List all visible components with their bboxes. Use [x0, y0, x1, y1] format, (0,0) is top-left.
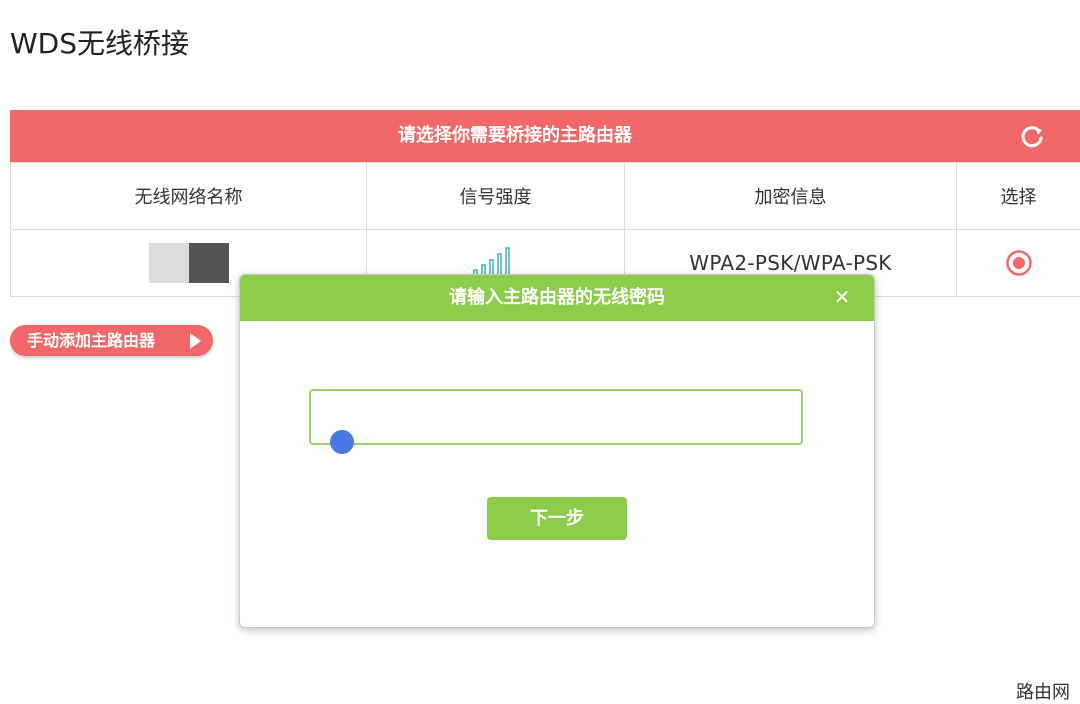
- manual-add-label: 手动添加主路由器: [27, 331, 156, 350]
- radio-selected-icon[interactable]: [1005, 249, 1033, 277]
- select-cell[interactable]: [956, 229, 1080, 297]
- manual-add-router-button[interactable]: 手动添加主路由器: [10, 325, 213, 356]
- column-header-signal: 信号强度: [366, 162, 625, 230]
- password-dialog: 请输入主路由器的无线密码 ✕ 下一步: [239, 274, 875, 628]
- play-arrow-icon: [190, 333, 201, 349]
- column-header-encryption: 加密信息: [624, 162, 957, 230]
- column-header-ssid: 无线网络名称: [10, 162, 367, 230]
- touch-cursor-indicator: [330, 430, 354, 454]
- router-list-header: 请选择你需要桥接的主路由器: [10, 110, 1080, 162]
- dialog-header: 请输入主路由器的无线密码 ✕: [240, 275, 874, 321]
- table-header-row: 无线网络名称 信号强度 加密信息 选择: [10, 162, 1080, 230]
- router-list-title: 请选择你需要桥接的主路由器: [398, 125, 632, 146]
- watermark: 路由网: [1016, 682, 1070, 703]
- refresh-icon[interactable]: [1018, 122, 1046, 150]
- page-title: WDS无线桥接: [10, 27, 190, 60]
- close-icon[interactable]: ✕: [832, 287, 852, 307]
- password-input[interactable]: [309, 389, 803, 445]
- column-header-select: 选择: [956, 162, 1080, 230]
- encryption-text: WPA2-PSK/WPA-PSK: [689, 251, 892, 275]
- ssid-redacted-block: [148, 243, 229, 283]
- next-step-button[interactable]: 下一步: [487, 497, 627, 540]
- dialog-title: 请输入主路由器的无线密码: [449, 287, 665, 308]
